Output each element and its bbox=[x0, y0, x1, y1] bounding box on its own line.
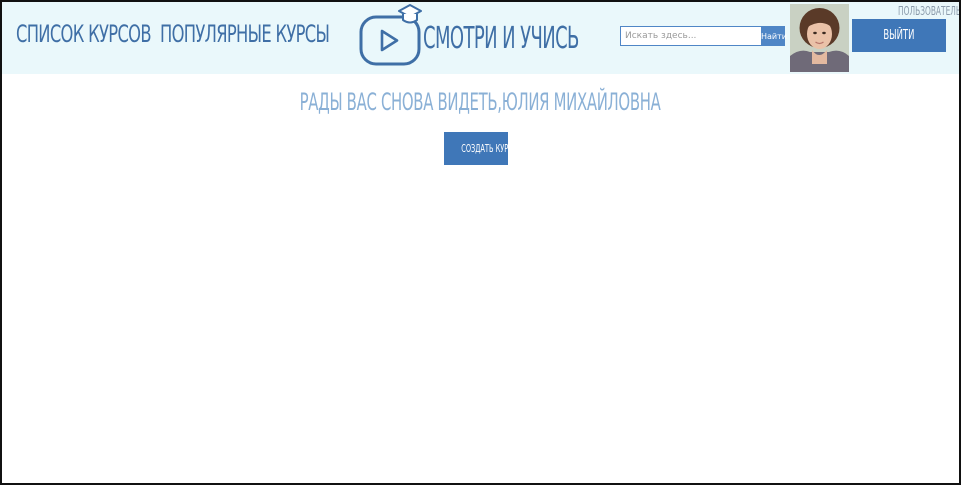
welcome-message: Рады вас снова видеть,Юлия Михайловна bbox=[2, 88, 959, 116]
user-photo-icon bbox=[790, 4, 849, 72]
play-video-graduation-cap-icon bbox=[359, 4, 422, 66]
search-input[interactable] bbox=[620, 26, 762, 46]
top-header: Список курсов Популярные курсы Смотри и … bbox=[2, 2, 959, 74]
nav-popular-courses-link[interactable]: Популярные курсы bbox=[160, 20, 330, 48]
avatar bbox=[790, 4, 849, 72]
logout-button[interactable]: Выйти bbox=[852, 19, 946, 52]
username-text: Пользователь: w bbox=[898, 4, 961, 18]
search-button[interactable]: Найти bbox=[761, 26, 787, 46]
site-logo[interactable]: Смотри и учись bbox=[359, 4, 609, 70]
nav-course-list-link[interactable]: Список курсов bbox=[16, 20, 152, 48]
site-logo-text: Смотри и учись bbox=[423, 21, 579, 56]
logout-button-label: Выйти bbox=[883, 28, 915, 43]
create-course-button[interactable]: Создать курс bbox=[444, 132, 513, 165]
create-course-button-label: Создать курс bbox=[461, 142, 513, 155]
username-label: Пользователь: w bbox=[852, 4, 959, 18]
app-frame: Список курсов Популярные курсы Смотри и … bbox=[0, 0, 961, 485]
welcome-message-text: Рады вас снова видеть,Юлия Михайловна bbox=[300, 88, 661, 116]
